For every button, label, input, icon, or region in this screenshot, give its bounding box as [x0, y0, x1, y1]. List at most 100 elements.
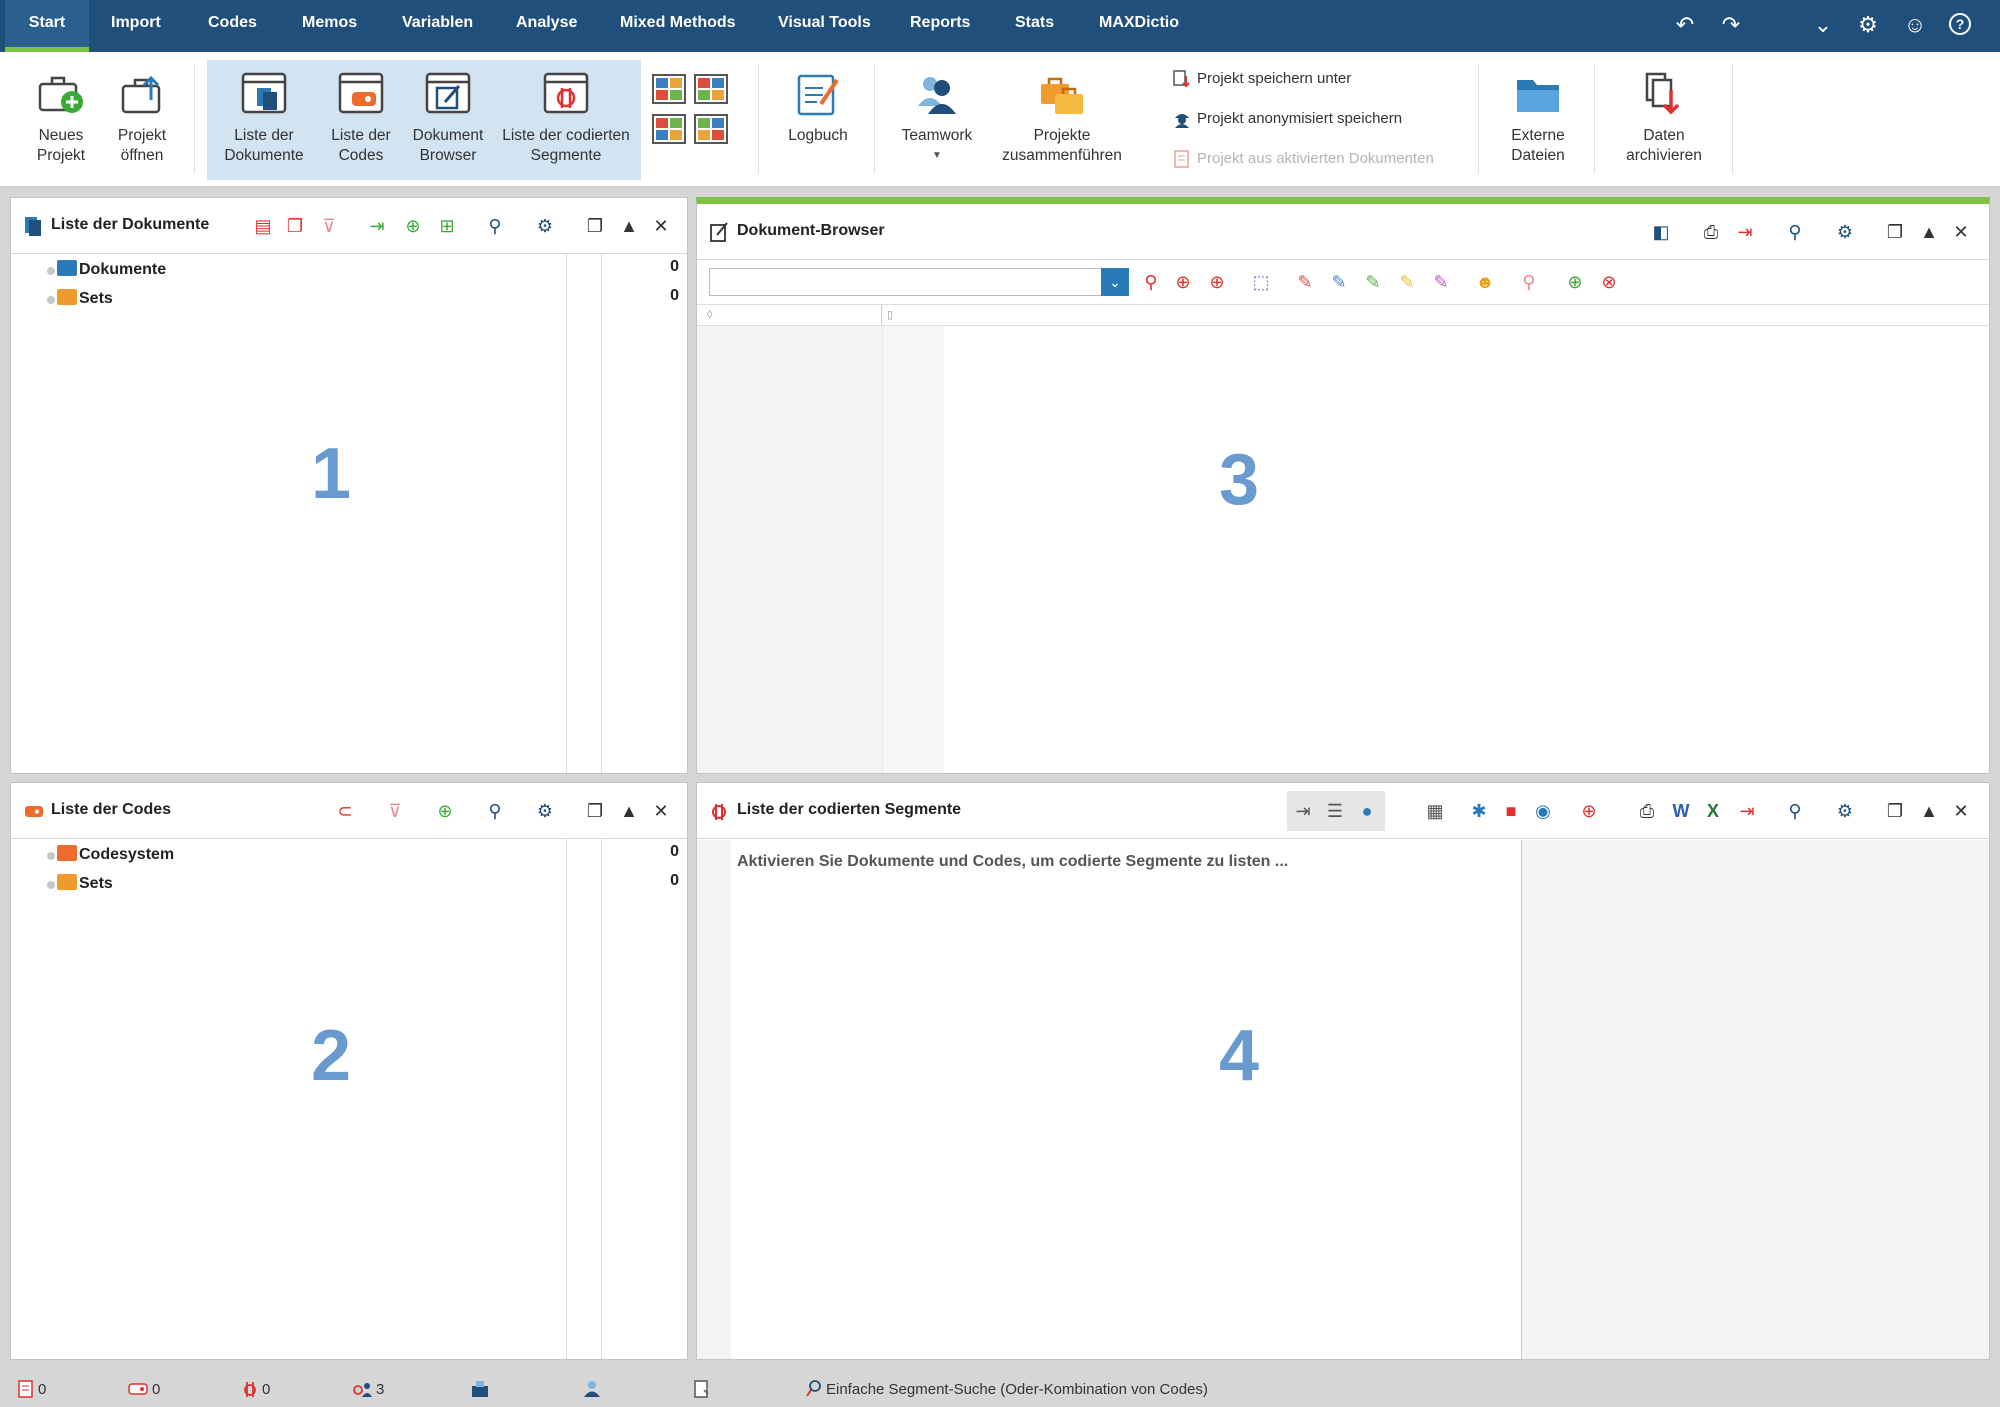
- status-search-mode[interactable]: Einfache Segment-Suche (Oder-Kombination…: [806, 1380, 1208, 1400]
- highlighter-blue-icon[interactable]: ✎: [1327, 270, 1351, 294]
- status-user[interactable]: [582, 1380, 606, 1400]
- new-document-icon[interactable]: ⊕: [401, 214, 425, 238]
- maximize-icon[interactable]: ▲: [1917, 220, 1941, 244]
- status-segments[interactable]: 0: [242, 1380, 270, 1400]
- gear-icon[interactable]: ⚙: [1833, 220, 1857, 244]
- merge-projects-button[interactable]: Projekte zusammenführen: [996, 58, 1128, 182]
- undock-icon[interactable]: ❐: [583, 214, 607, 238]
- layout-grid-2-icon[interactable]: [694, 74, 728, 104]
- logbook-button[interactable]: Logbuch: [774, 58, 862, 182]
- tab-mixed-methods[interactable]: Mixed Methods: [620, 14, 736, 32]
- code-select-dropdown[interactable]: [709, 268, 1129, 296]
- doc-browser-button[interactable]: Dokument Browser: [404, 58, 492, 182]
- tab-visual-tools[interactable]: Visual Tools: [778, 14, 871, 32]
- color-square-icon[interactable]: ■: [1499, 799, 1523, 823]
- copy-icon[interactable]: ❐: [283, 214, 307, 238]
- archive-data-button[interactable]: Daten archivieren: [1608, 58, 1720, 182]
- tab-reports[interactable]: Reports: [910, 14, 970, 32]
- search-icon[interactable]: ⚲: [1783, 220, 1807, 244]
- layout-grid-3-icon[interactable]: [652, 114, 686, 144]
- emoticon-icon[interactable]: ☻: [1473, 270, 1497, 294]
- maximize-icon[interactable]: ▲: [617, 214, 641, 238]
- search-icon[interactable]: ⚲: [483, 214, 507, 238]
- tab-start[interactable]: Start: [5, 0, 89, 52]
- tab-variablen[interactable]: Variablen: [402, 14, 473, 32]
- export-icon[interactable]: ⇥: [1733, 220, 1757, 244]
- close-icon[interactable]: ✕: [1949, 220, 1973, 244]
- chevron-down-icon[interactable]: ⌄: [1810, 12, 1836, 38]
- print-icon[interactable]: ⎙: [1635, 799, 1659, 823]
- gear-icon[interactable]: ⚙: [1833, 799, 1857, 823]
- new-code-icon[interactable]: ⊕: [1171, 270, 1195, 294]
- undock-icon[interactable]: ❐: [1883, 799, 1907, 823]
- import-icon[interactable]: ⇥: [365, 214, 389, 238]
- maximize-icon[interactable]: ▲: [617, 799, 641, 823]
- close-icon[interactable]: ✕: [649, 214, 673, 238]
- external-files-button[interactable]: Externe Dateien: [1490, 58, 1586, 182]
- filter-icon[interactable]: ⊽: [383, 799, 407, 823]
- doc-list-button[interactable]: Liste der Dokumente: [218, 58, 310, 182]
- remove-link-icon[interactable]: ⊗: [1597, 270, 1621, 294]
- filter-icon[interactable]: ⊽: [317, 214, 341, 238]
- teamwork-button[interactable]: Teamwork ▼: [886, 58, 988, 182]
- code-list-button[interactable]: Liste der Codes: [320, 58, 402, 182]
- code-icon[interactable]: ⚲: [1139, 270, 1163, 294]
- code-activate-icon[interactable]: ⊂: [333, 799, 357, 823]
- tree-toggle-icon[interactable]: [47, 267, 55, 275]
- new-folder-icon[interactable]: ⊞: [435, 214, 459, 238]
- open-project-button[interactable]: Projekt öffnen: [104, 58, 180, 182]
- split-view-icon[interactable]: ◧: [1649, 220, 1673, 244]
- coded-segments-button[interactable]: Liste der codierten Segmente: [496, 58, 636, 182]
- comment-icon[interactable]: ●: [1355, 799, 1379, 823]
- layout-grid-1-icon[interactable]: [652, 74, 686, 104]
- print-icon[interactable]: ⎙: [1699, 220, 1723, 244]
- layout-grid-4-icon[interactable]: [694, 114, 728, 144]
- gear-icon[interactable]: ⚙: [533, 799, 557, 823]
- code-add-icon[interactable]: ⊕: [1577, 799, 1601, 823]
- undock-icon[interactable]: ❐: [583, 799, 607, 823]
- tree-item-dokumente[interactable]: Dokumente: [57, 258, 166, 282]
- tab-analyse[interactable]: Analyse: [516, 14, 577, 32]
- undock-icon[interactable]: ❐: [1883, 220, 1907, 244]
- status-codes[interactable]: 0: [128, 1380, 160, 1400]
- undo-icon[interactable]: ↶: [1672, 12, 1698, 38]
- table-view-icon[interactable]: ⇥: [1291, 799, 1315, 823]
- excel-export-icon[interactable]: X: [1701, 799, 1725, 823]
- highlighter-green-icon[interactable]: ✎: [1361, 270, 1385, 294]
- help-icon[interactable]: ?: [1947, 12, 1973, 38]
- tree-toggle-icon[interactable]: [47, 881, 55, 889]
- highlighter-yellow-icon[interactable]: ✎: [1395, 270, 1419, 294]
- search-icon[interactable]: ⚲: [483, 799, 507, 823]
- multi-code-icon[interactable]: ⊕: [1205, 270, 1229, 294]
- list-view-icon[interactable]: ☰: [1323, 799, 1347, 823]
- smart-coding-icon[interactable]: ✱: [1467, 799, 1491, 823]
- tree-toggle-icon[interactable]: [47, 296, 55, 304]
- tree-item-sets[interactable]: Sets: [57, 872, 113, 896]
- tree-item-codesystem[interactable]: Codesystem: [57, 843, 174, 867]
- smiley-icon[interactable]: ☺: [1902, 12, 1928, 38]
- status-memos[interactable]: 3: [352, 1380, 384, 1400]
- status-document-export[interactable]: [694, 1380, 714, 1400]
- close-icon[interactable]: ✕: [649, 799, 673, 823]
- tab-codes[interactable]: Codes: [208, 14, 257, 32]
- status-doc-weight[interactable]: [470, 1380, 494, 1400]
- word-export-icon[interactable]: W: [1669, 799, 1693, 823]
- highlighter-red-icon[interactable]: ✎: [1293, 270, 1317, 294]
- select-region-icon[interactable]: ⬚: [1249, 270, 1273, 294]
- tree-item-sets[interactable]: Sets: [57, 287, 113, 311]
- redo-icon[interactable]: ↷: [1718, 12, 1744, 38]
- tab-maxdictio[interactable]: MAXDictio: [1099, 14, 1179, 32]
- add-link-icon[interactable]: ⊕: [1563, 270, 1587, 294]
- maximize-icon[interactable]: ▲: [1917, 799, 1941, 823]
- search-icon[interactable]: ⚲: [1783, 799, 1807, 823]
- code-in-vivo-icon[interactable]: ⚲: [1517, 270, 1541, 294]
- tree-toggle-icon[interactable]: [47, 852, 55, 860]
- gear-icon[interactable]: ⚙: [533, 214, 557, 238]
- tab-import[interactable]: Import: [111, 14, 161, 32]
- overview-icon[interactable]: ▦: [1423, 799, 1447, 823]
- new-project-button[interactable]: Neues Projekt: [22, 58, 100, 182]
- highlighter-magenta-icon[interactable]: ✎: [1429, 270, 1453, 294]
- gear-icon[interactable]: ⚙: [1855, 12, 1881, 38]
- chevron-down-icon[interactable]: ⌄: [1101, 268, 1129, 296]
- abc-icon[interactable]: ◉: [1531, 799, 1555, 823]
